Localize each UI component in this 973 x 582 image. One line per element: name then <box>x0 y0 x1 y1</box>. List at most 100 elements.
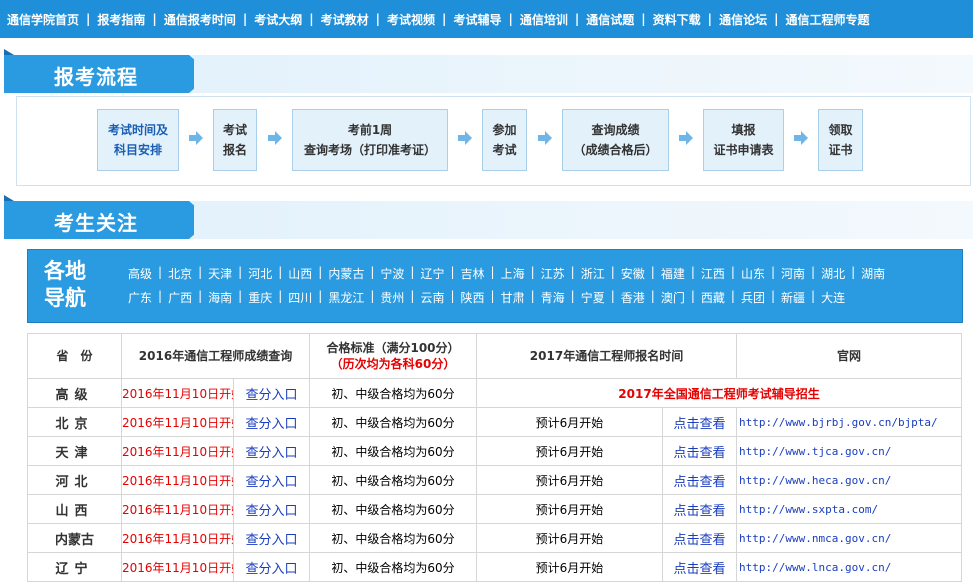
standard-cell: 初、中级合格均为60分 <box>309 552 477 582</box>
section-title: 考生关注 <box>54 211 138 235</box>
signup-time-cell: 预计6月开始 <box>476 436 663 466</box>
region-link[interactable]: 兵团 <box>735 289 771 306</box>
flow-step[interactable]: 考试 报名 <box>213 109 257 171</box>
flow-step[interactable]: 填报 证书申请表 <box>703 109 784 171</box>
signup-link[interactable]: 点击查看 <box>662 407 737 437</box>
region-link[interactable]: 北京 <box>162 265 198 282</box>
region-link[interactable]: 香港 <box>615 289 651 306</box>
region-link[interactable]: 辽宁 <box>414 265 450 282</box>
site-url-link[interactable]: http://www.nmca.gov.cn/ <box>736 523 962 553</box>
region-link[interactable]: 西藏 <box>695 289 731 306</box>
query-link[interactable]: 查分入口 <box>233 494 310 524</box>
region-link[interactable]: 江苏 <box>535 265 571 282</box>
region-link[interactable]: 福建 <box>655 265 691 282</box>
nav-item[interactable]: 通信工程师专题 <box>778 11 876 28</box>
signup-time-cell: 预计6月开始 <box>476 407 663 437</box>
province-cell: 山西 <box>27 494 122 524</box>
col-site: 官网 <box>736 333 962 379</box>
nav-item[interactable]: 通信学院首页 <box>0 11 86 28</box>
query-link[interactable]: 查分入口 <box>233 436 310 466</box>
region-link[interactable]: 山东 <box>735 265 771 282</box>
query-start-cell: 2016年11月10日开始 <box>121 407 234 437</box>
site-url-link[interactable]: http://www.lnca.gov.cn/ <box>736 552 962 582</box>
query-link[interactable]: 查分入口 <box>233 407 310 437</box>
nav-item[interactable]: 通信培训 <box>513 11 575 28</box>
site-url-link[interactable]: http://www.tjca.gov.cn/ <box>736 436 962 466</box>
table-header-row: 省 份 2016年通信工程师成绩查询 合格标准（满分100分） （历次均为各科6… <box>27 333 962 379</box>
region-link[interactable]: 浙江 <box>575 265 611 282</box>
table-row: 北京 2016年11月10日开始 查分入口 初、中级合格均为60分 预计6月开始 点击查看… <box>27 407 962 437</box>
nav-item[interactable]: 报考指南 <box>90 11 152 28</box>
region-link[interactable]: 陕西 <box>455 289 491 306</box>
table-row: 辽宁 2016年11月10日开始 查分入口 初、中级合格均为60分 预计6月开始 点击查看… <box>27 552 962 582</box>
promo-link[interactable]: 2017年全国通信工程师考试辅导招生 <box>476 378 962 408</box>
signup-link[interactable]: 点击查看 <box>662 523 737 553</box>
signup-link[interactable]: 点击查看 <box>662 494 737 524</box>
region-link[interactable]: 湖南 <box>855 265 891 282</box>
region-link[interactable]: 湖北 <box>815 265 851 282</box>
flow-step[interactable]: 参加 考试 <box>482 109 527 171</box>
region-link[interactable]: 甘肃 <box>495 289 531 306</box>
flow-step-line2: 报名 <box>222 143 247 157</box>
query-start-cell: 2016年11月10日开始 <box>121 552 234 582</box>
region-link[interactable]: 河北 <box>242 265 278 282</box>
region-link[interactable]: 安徽 <box>615 265 651 282</box>
province-cell: 北京 <box>27 407 122 437</box>
signup-time-cell: 预计6月开始 <box>476 552 663 582</box>
region-link[interactable]: 青海 <box>535 289 571 306</box>
nav-item[interactable]: 通信报考时间 <box>157 11 243 28</box>
site-url-link[interactable]: http://www.bjrbj.gov.cn/bjpta/ <box>736 407 962 437</box>
query-link[interactable]: 查分入口 <box>233 465 310 495</box>
flow-step-line2: 查询考场（打印准考证） <box>303 143 436 157</box>
score-table: 省 份 2016年通信工程师成绩查询 合格标准（满分100分） （历次均为各科6… <box>27 333 962 582</box>
table-row: 高级 2016年11月10日开始 查分入口 初、中级合格均为60分 2017年全国通信工… <box>27 378 962 408</box>
region-link[interactable]: 重庆 <box>242 289 278 306</box>
site-url-link[interactable]: http://www.sxpta.com/ <box>736 494 962 524</box>
nav-item[interactable]: 考试大纲 <box>247 11 309 28</box>
region-link[interactable]: 宁夏 <box>575 289 611 306</box>
region-link[interactable]: 内蒙古 <box>322 265 370 282</box>
region-link[interactable]: 广东 <box>122 289 158 306</box>
flow-step-line1: 领取 <box>828 123 853 137</box>
query-link[interactable]: 查分入口 <box>233 552 310 582</box>
query-link[interactable]: 查分入口 <box>233 523 310 553</box>
region-link[interactable]: 四川 <box>282 289 318 306</box>
region-link[interactable]: 新疆 <box>775 289 811 306</box>
region-link[interactable]: 澳门 <box>655 289 691 306</box>
region-link[interactable]: 云南 <box>414 289 450 306</box>
region-link[interactable]: 河南 <box>775 265 811 282</box>
query-link[interactable]: 查分入口 <box>233 378 310 408</box>
region-link[interactable]: 上海 <box>495 265 531 282</box>
nav-item[interactable]: 通信试题 <box>579 11 641 28</box>
region-link[interactable]: 山西 <box>282 265 318 282</box>
region-link[interactable]: 宁波 <box>374 265 410 282</box>
signup-link[interactable]: 点击查看 <box>662 436 737 466</box>
region-link[interactable]: 天津 <box>202 265 238 282</box>
nav-item[interactable]: 考试辅导 <box>446 11 508 28</box>
region-link[interactable]: 广西 <box>162 289 198 306</box>
region-link[interactable]: 贵州 <box>374 289 410 306</box>
nav-item[interactable]: 考试教材 <box>314 11 376 28</box>
region-link[interactable]: 大连 <box>815 289 851 306</box>
province-cell: 高级 <box>27 378 122 408</box>
nav-item[interactable]: 资料下载 <box>646 11 708 28</box>
site-url-link[interactable]: http://www.heca.gov.cn/ <box>736 465 962 495</box>
province-cell: 河北 <box>27 465 122 495</box>
flow-step[interactable]: 查询成绩 （成绩合格后） <box>562 109 669 171</box>
flow-step[interactable]: 考试时间及 科目安排 <box>97 109 179 171</box>
region-link[interactable]: 吉林 <box>455 265 491 282</box>
arrow-right-icon <box>458 131 472 145</box>
nav-item[interactable]: 通信论坛 <box>712 11 774 28</box>
province-cell: 辽宁 <box>27 552 122 582</box>
flow-step[interactable]: 考前1周 查询考场（打印准考证） <box>292 109 448 171</box>
table-row: 河北 2016年11月10日开始 查分入口 初、中级合格均为60分 预计6月开始 点击查看… <box>27 465 962 495</box>
region-link[interactable]: 黑龙江 <box>322 289 370 306</box>
flow-step-line1: 填报 <box>731 123 756 137</box>
signup-link[interactable]: 点击查看 <box>662 465 737 495</box>
nav-item[interactable]: 考试视频 <box>380 11 442 28</box>
region-link[interactable]: 江西 <box>695 265 731 282</box>
region-link[interactable]: 高级 <box>122 265 158 282</box>
signup-link[interactable]: 点击查看 <box>662 552 737 582</box>
flow-step[interactable]: 领取 证书 <box>818 109 863 171</box>
region-link[interactable]: 海南 <box>202 289 238 306</box>
